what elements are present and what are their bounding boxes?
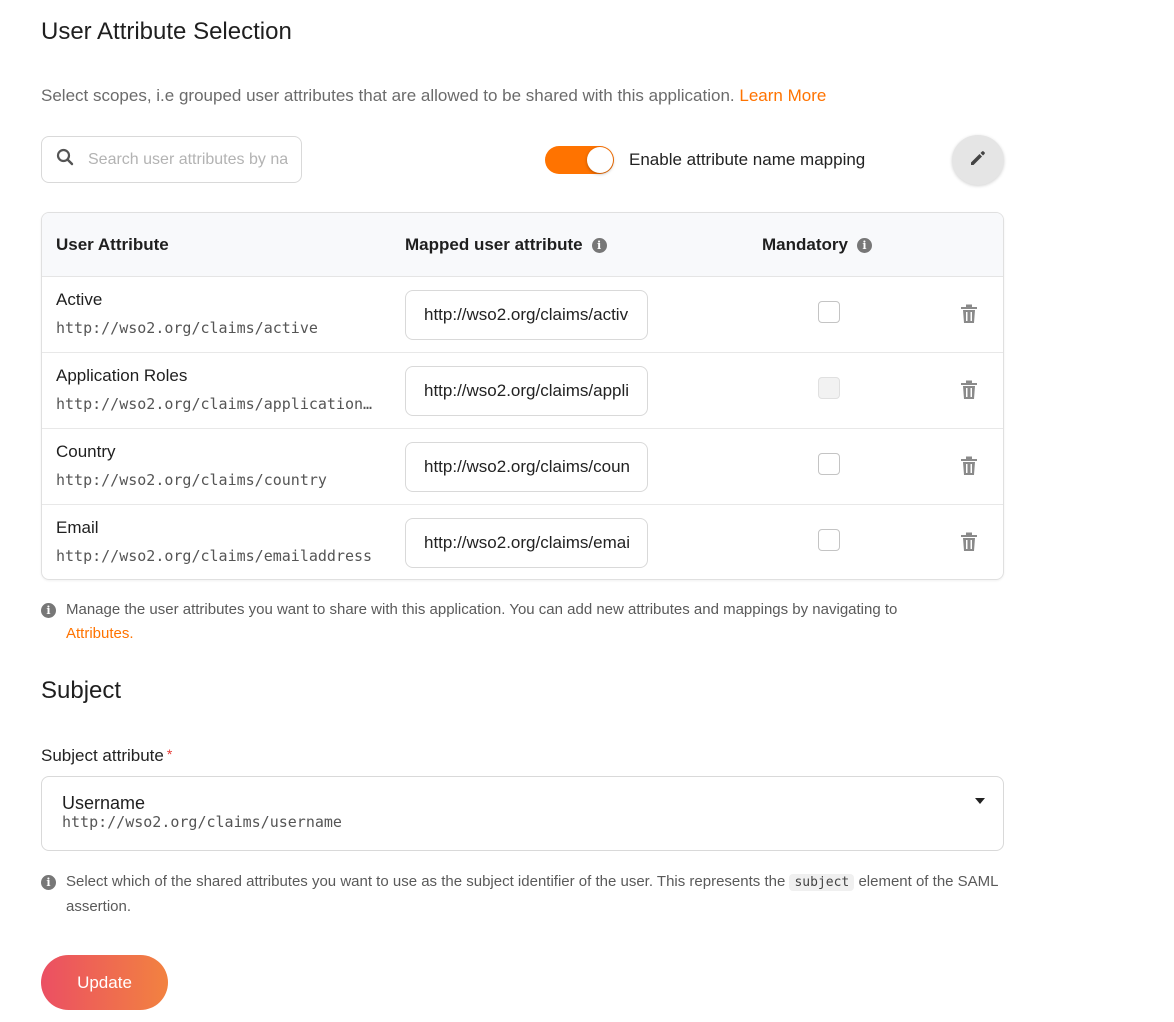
mapped-attribute-input[interactable] — [405, 442, 648, 492]
mapped-attribute-input[interactable] — [405, 518, 648, 568]
mapped-attribute-input[interactable] — [405, 290, 648, 340]
selected-attribute-name: Username — [62, 793, 146, 813]
attributes-link[interactable]: Attributes. — [66, 625, 134, 642]
info-icon[interactable]: i — [591, 237, 607, 253]
search-icon — [56, 148, 74, 171]
help-text: Select which of the shared attributes yo… — [66, 873, 998, 915]
required-mark: * — [166, 746, 173, 762]
section-title-attributes: User Attribute Selection — [41, 18, 292, 45]
toggle-label: Enable attribute name mapping — [629, 150, 866, 169]
table-row: Country http://wso2.org/claims/country — [42, 429, 1003, 505]
delete-icon[interactable] — [960, 304, 978, 329]
attributes-help: i Manage the user attributes you want to… — [41, 598, 961, 646]
attributes-table: User Attribute Mapped user attribute i Ma… — [41, 212, 1004, 580]
attribute-name: Email — [56, 518, 99, 537]
table-row: Active http://wso2.org/claims/active — [42, 277, 1003, 353]
header-mandatory: Mandatory i — [762, 235, 872, 255]
attribute-name: Active — [56, 290, 103, 309]
table-row: Application Roles http://wso2.org/claims… — [42, 353, 1003, 429]
header-user-attribute: User Attribute — [56, 235, 169, 254]
delete-icon[interactable] — [960, 380, 978, 405]
attribute-mapping-toggle[interactable] — [545, 146, 614, 174]
mapped-attribute-input[interactable] — [405, 366, 648, 416]
update-button[interactable]: Update — [41, 955, 168, 1010]
attribute-name: Application Roles — [56, 366, 188, 385]
mandatory-checkbox[interactable] — [818, 453, 840, 475]
table-header: User Attribute Mapped user attribute i Ma… — [42, 213, 1003, 277]
help-text: Manage the user attributes you want to s… — [66, 601, 898, 642]
subject-attribute-select[interactable]: Username http://wso2.org/claims/username — [41, 776, 1004, 851]
attribute-name: Country — [56, 442, 116, 461]
description-text: Select scopes, i.e grouped user attribut… — [41, 86, 735, 105]
mandatory-checkbox[interactable] — [818, 301, 840, 323]
header-mapped-attribute: Mapped user attribute i — [405, 235, 607, 255]
info-icon: i — [41, 875, 56, 890]
attribute-uri: http://wso2.org/claims/applicationRoles — [56, 395, 374, 413]
toggle-knob — [587, 147, 613, 173]
section-description: Select scopes, i.e grouped user attribut… — [41, 86, 826, 106]
chevron-down-icon[interactable] — [975, 798, 985, 804]
info-icon[interactable]: i — [856, 237, 872, 253]
attribute-uri: http://wso2.org/claims/emailaddress — [56, 547, 373, 565]
delete-icon[interactable] — [960, 456, 978, 481]
info-icon: i — [41, 603, 56, 618]
subject-help: i Select which of the shared attributes … — [41, 870, 1001, 919]
subject-attribute-label: Subject attribute * — [41, 746, 173, 765]
subject-code: subject — [789, 874, 855, 891]
table-row: Email http://wso2.org/claims/emailaddres… — [42, 505, 1003, 579]
delete-icon[interactable] — [960, 532, 978, 557]
attribute-uri: http://wso2.org/claims/active — [56, 319, 318, 337]
search-input[interactable] — [88, 150, 288, 169]
learn-more-link[interactable]: Learn More — [739, 86, 826, 105]
section-title-subject: Subject — [41, 677, 122, 704]
attribute-uri: http://wso2.org/claims/country — [56, 471, 327, 489]
pencil-icon — [969, 149, 987, 172]
edit-attributes-button[interactable] — [952, 135, 1004, 185]
selected-attribute-uri: http://wso2.org/claims/username — [62, 813, 342, 831]
mandatory-checkbox[interactable] — [818, 529, 840, 551]
mandatory-checkbox — [818, 377, 840, 399]
search-box[interactable] — [41, 136, 302, 183]
